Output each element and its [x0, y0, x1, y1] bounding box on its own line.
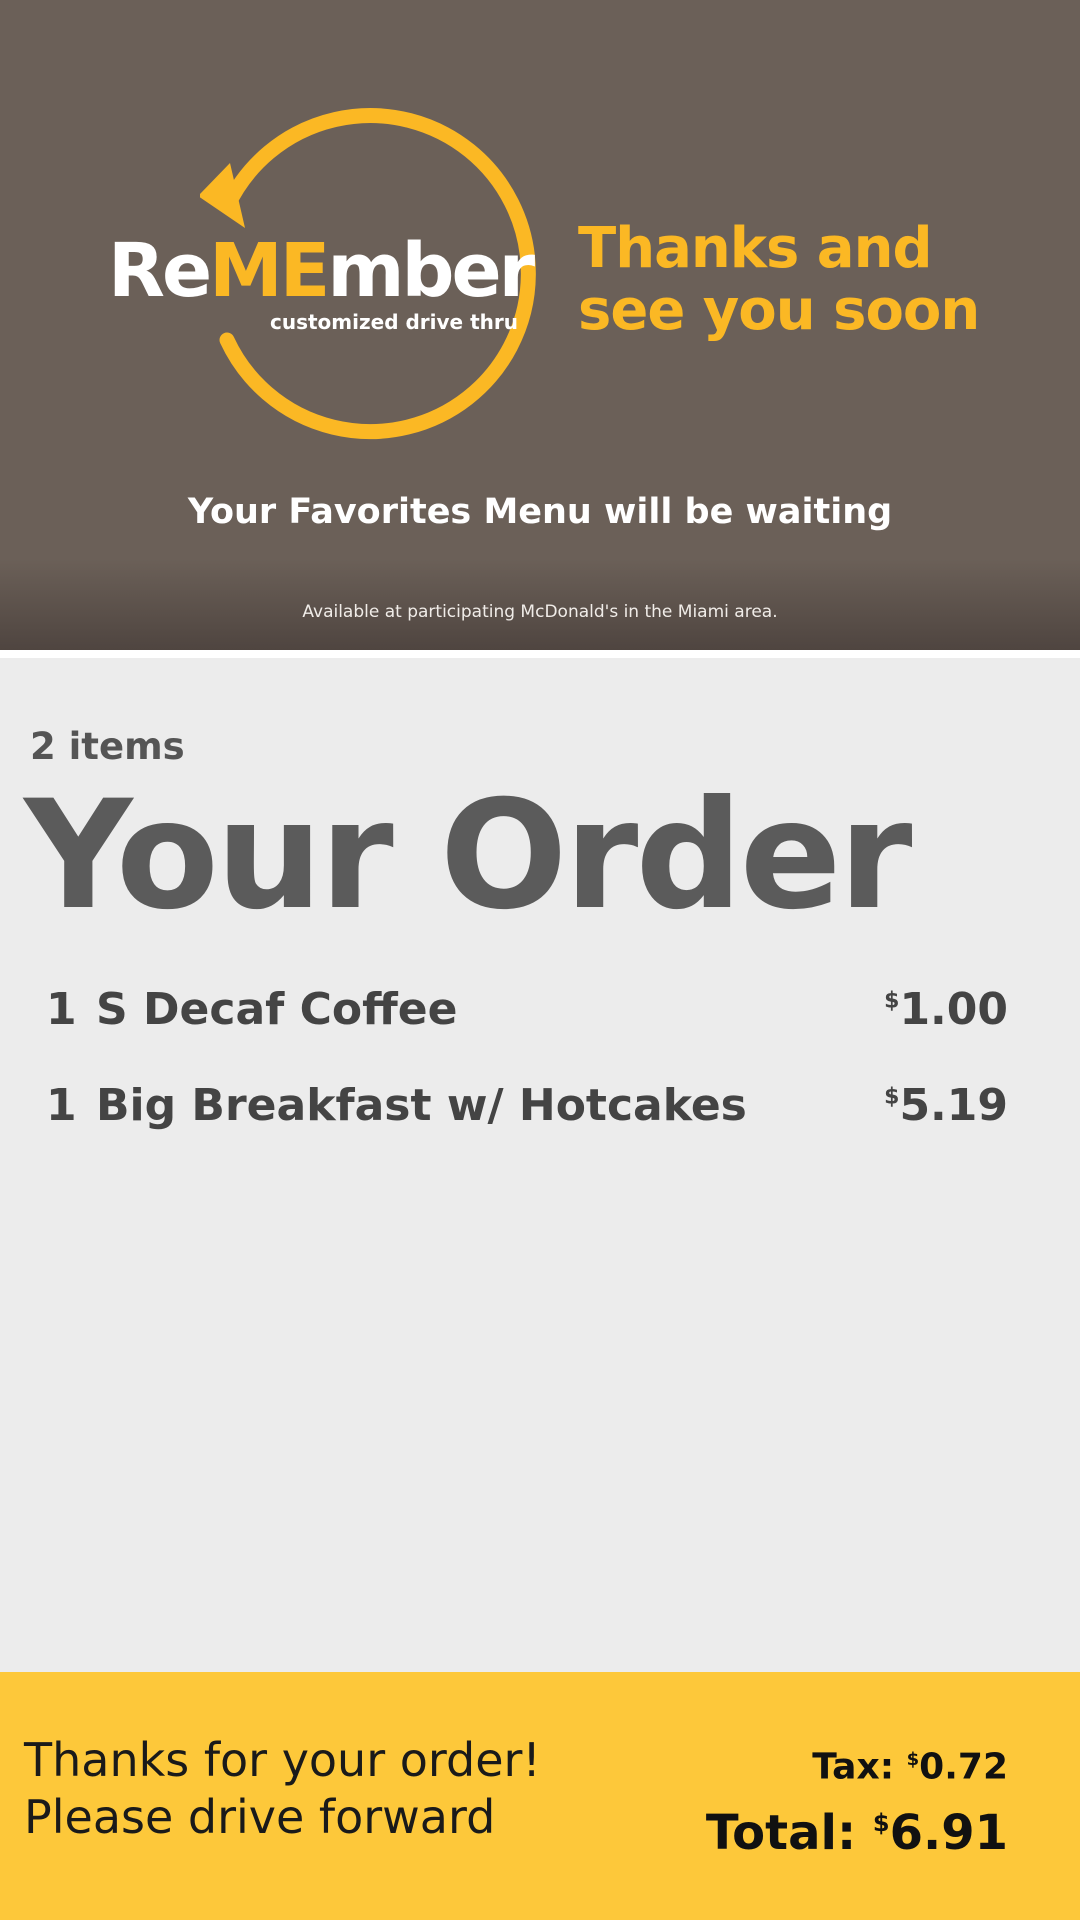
item-quantity: 1 — [46, 1080, 77, 1131]
drive-forward-message: Thanks for your order! Please drive forw… — [24, 1733, 541, 1844]
order-line-item: 1 Big Breakfast w/ Hotcakes $5.19 — [0, 1080, 1080, 1140]
tax-amount: Tax: $0.72 — [812, 1746, 1008, 1788]
promo-headline-line2: see you soon — [578, 278, 980, 343]
item-price: $5.19 — [884, 1080, 1008, 1131]
item-count: 2 items — [30, 725, 185, 768]
favorites-message: Your Favorites Menu will be waiting — [187, 492, 893, 532]
order-totals: Tax: $0.72 Total: $6.91 — [706, 1736, 1008, 1864]
promo-headline: Thanks and see you soon — [578, 218, 1018, 342]
total-amount: Total: $6.91 — [705, 1804, 1008, 1861]
promo-headline-line1: Thanks and — [578, 216, 933, 281]
item-price: $1.00 — [884, 984, 1008, 1035]
order-line-item: 1 S Decaf Coffee $1.00 — [0, 984, 1080, 1044]
logo-tagline: customized drive thru — [270, 310, 518, 334]
promo-disclaimer: Available at participating McDonald's in… — [302, 602, 778, 622]
order-footer: Thanks for your order! Please drive forw… — [0, 1672, 1080, 1920]
item-name: S Decaf Coffee — [96, 984, 458, 1035]
section-divider — [0, 650, 1080, 658]
promo-banner: ReMEmber customized drive thru Thanks an… — [0, 0, 1080, 650]
item-quantity: 1 — [46, 984, 77, 1035]
item-name: Big Breakfast w/ Hotcakes — [96, 1080, 747, 1131]
remember-logo: ReMEmber — [108, 228, 535, 314]
order-title: Your Order — [24, 769, 912, 943]
